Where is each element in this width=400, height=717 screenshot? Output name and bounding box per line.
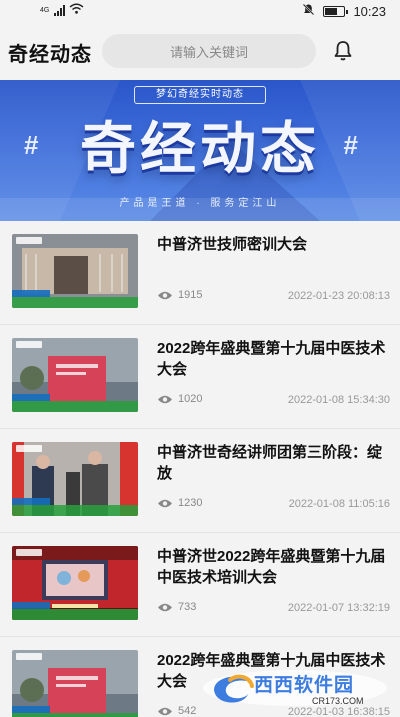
eye-icon <box>158 395 172 403</box>
eye-icon <box>158 707 172 715</box>
news-title: 2022跨年盛典暨第十九届中医技术大会 <box>157 340 386 378</box>
news-title: 中普济世2022跨年盛典暨第十九届中医技术培训大会 <box>157 548 386 586</box>
view-count-value: 542 <box>178 705 197 717</box>
network-type: 4G <box>40 6 50 14</box>
banner-title: 奇经动态 <box>80 117 320 182</box>
news-title: 中普济世奇经讲师团第三阶段：绽放 <box>157 444 383 482</box>
news-item[interactable]: 中普济世奇经讲师团第三阶段：绽放 1230 2022-01-08 11:05:1… <box>0 429 400 533</box>
banner-top-label: 梦幻奇经实时动态 <box>134 86 266 104</box>
news-date: 2022-01-08 11:05:16 <box>288 498 390 510</box>
news-date: 2022-01-07 13:32:19 <box>287 602 390 614</box>
news-title: 中普济世技师密训大会 <box>157 236 308 253</box>
view-count: 733 <box>157 601 196 613</box>
eye-icon <box>158 499 172 507</box>
page-title: 奇经动态 <box>8 44 92 66</box>
signal-icon <box>54 4 66 16</box>
eye-icon <box>158 603 172 611</box>
search-placeholder: 请输入关键词 <box>169 44 248 60</box>
banner[interactable]: 梦幻奇经实时动态 # 奇经动态 # 产品是王道 · 服务定江山 <box>0 80 400 221</box>
watermark-logo: 西西软件园 CR173.COM <box>200 668 390 708</box>
banner-hash-right: # <box>343 130 358 160</box>
app-header: 奇经动态 请输入关键词 <box>0 22 400 80</box>
view-count: 1915 <box>157 289 202 301</box>
view-count: 542 <box>157 705 196 717</box>
view-count-value: 1230 <box>178 497 203 509</box>
status-left: 4G <box>40 3 84 17</box>
news-list: 中普济世技师密训大会 1915 2022-01-23 20:08:13 2022… <box>0 221 400 717</box>
search-input[interactable]: 请输入关键词 <box>102 34 316 68</box>
watermark-text: 西西软件园 <box>254 675 355 696</box>
mute-icon <box>302 3 315 19</box>
eye-icon <box>158 291 172 299</box>
view-count-value: 1915 <box>178 289 203 301</box>
banner-subtitle: 产品是王道 · 服务定江山 <box>119 198 281 209</box>
bell-icon[interactable] <box>330 38 356 64</box>
status-time: 10:23 <box>353 3 386 19</box>
news-thumbnail[interactable] <box>12 338 138 412</box>
news-date: 2022-01-08 15:34:30 <box>287 394 390 406</box>
watermark-url: CR173.COM <box>312 696 364 706</box>
view-count: 1020 <box>157 393 202 405</box>
view-count-value: 733 <box>178 601 197 613</box>
status-right: 10:23 <box>302 3 386 19</box>
news-item[interactable]: 中普济世2022跨年盛典暨第十九届中医技术培训大会 733 2022-01-07… <box>0 533 400 637</box>
news-thumbnail[interactable] <box>12 234 138 308</box>
news-item[interactable]: 中普济世技师密训大会 1915 2022-01-23 20:08:13 <box>0 221 400 325</box>
status-bar: 4G 10:23 <box>0 0 400 22</box>
view-count-value: 1020 <box>178 393 203 405</box>
news-item[interactable]: 2022跨年盛典暨第十九届中医技术大会 1020 2022-01-08 15:3… <box>0 325 400 429</box>
wifi-icon <box>69 3 84 17</box>
news-date: 2022-01-23 20:08:13 <box>287 290 390 302</box>
news-thumbnail[interactable] <box>12 650 138 717</box>
news-thumbnail[interactable] <box>12 546 138 620</box>
view-count: 1230 <box>157 497 202 509</box>
news-thumbnail[interactable] <box>12 442 138 516</box>
battery-icon <box>323 5 349 17</box>
